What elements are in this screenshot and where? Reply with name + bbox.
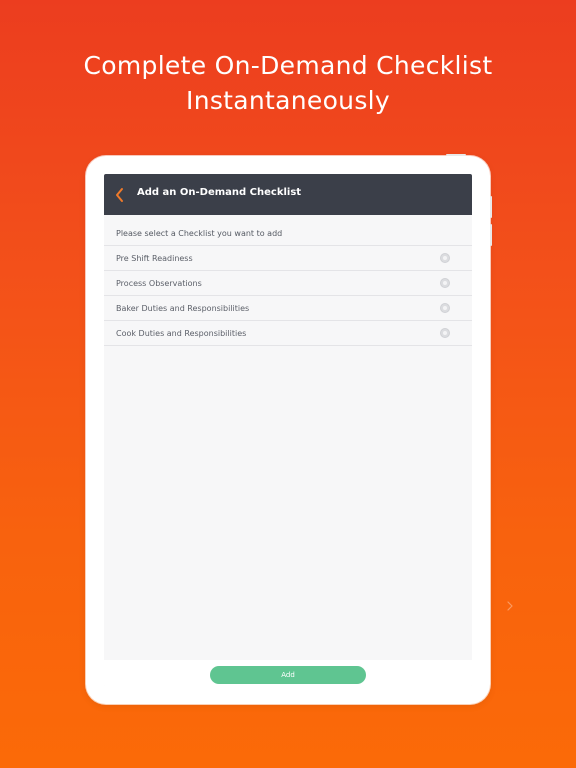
promo-headline-line2: Instantaneously — [186, 86, 390, 115]
tablet-volume-down-button — [490, 224, 492, 246]
tablet-frame: Add an On-Demand Checklist Please select… — [86, 154, 492, 704]
checklist-item-pre-shift-readiness[interactable]: Pre Shift Readiness — [104, 245, 472, 270]
navigation-bar: Add an On-Demand Checklist — [104, 174, 472, 215]
radio-button-icon[interactable] — [440, 253, 450, 263]
add-button[interactable]: Add — [210, 666, 366, 684]
back-button[interactable] — [110, 185, 130, 205]
checklist-item-label: Baker Duties and Responsibilities — [116, 304, 250, 313]
radio-button-icon[interactable] — [440, 278, 450, 288]
checklist-item-process-observations[interactable]: Process Observations — [104, 270, 472, 295]
radio-button-icon[interactable] — [440, 303, 450, 313]
chevron-left-icon — [116, 188, 123, 202]
checklist-item-label: Pre Shift Readiness — [116, 254, 193, 263]
checklist-list: Pre Shift Readiness Process Observations… — [104, 245, 472, 346]
chevron-right-icon — [507, 601, 513, 611]
promo-headline-line1: Complete On-Demand Checklist — [83, 51, 493, 80]
footer-bar: Add — [104, 660, 472, 686]
checklist-item-cook-duties[interactable]: Cook Duties and Responsibilities — [104, 320, 472, 346]
checklist-item-label: Cook Duties and Responsibilities — [116, 329, 247, 338]
app-screen: Add an On-Demand Checklist Please select… — [104, 174, 472, 686]
page-title: Add an On-Demand Checklist — [137, 187, 302, 198]
radio-button-icon[interactable] — [440, 328, 450, 338]
selection-prompt: Please select a Checklist you want to ad… — [116, 229, 283, 238]
tablet-volume-up-button — [490, 196, 492, 218]
checklist-item-label: Process Observations — [116, 279, 202, 288]
promo-headline: Complete On-Demand Checklist Instantaneo… — [0, 48, 576, 118]
checklist-item-baker-duties[interactable]: Baker Duties and Responsibilities — [104, 295, 472, 320]
tablet-power-button — [446, 154, 466, 156]
